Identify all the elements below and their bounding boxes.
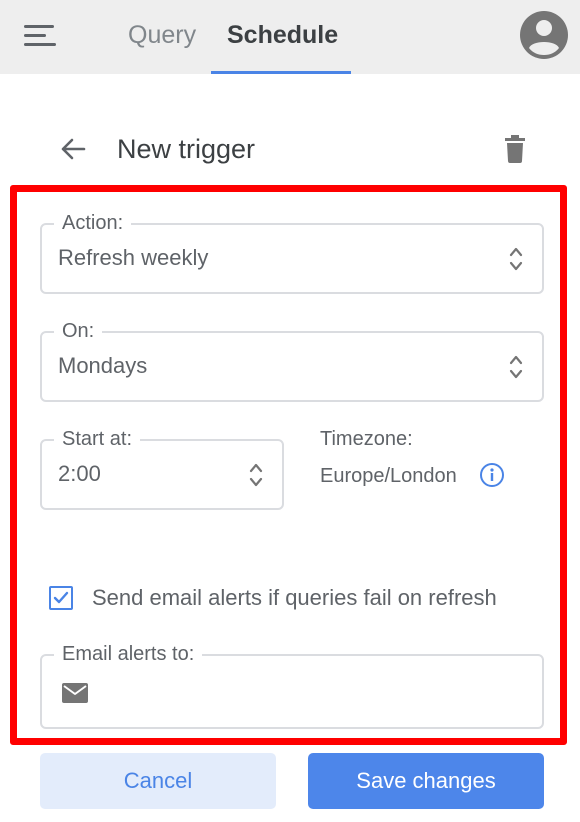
timezone-label: Timezone: xyxy=(320,428,413,450)
delete-button[interactable] xyxy=(501,134,529,164)
on-value: Mondays xyxy=(58,353,148,378)
action-value: Refresh weekly xyxy=(58,245,209,270)
start-at-value: 2:00 xyxy=(58,461,101,486)
unfold-arrows-icon xyxy=(509,355,523,379)
email-alerts-to-input[interactable]: Email alerts to: xyxy=(40,640,544,729)
save-changes-button[interactable]: Save changes xyxy=(308,753,544,809)
email-alerts-checkbox-label[interactable]: Send email alerts if queries fail on ref… xyxy=(92,584,497,612)
menu-button[interactable] xyxy=(22,18,60,52)
tab-schedule[interactable]: Schedule xyxy=(227,18,338,52)
unfold-arrows-icon xyxy=(249,463,263,487)
on-select[interactable]: On: Mondays xyxy=(40,317,544,402)
tab-query[interactable]: Query xyxy=(128,18,196,52)
avatar-button[interactable] xyxy=(519,10,569,60)
menu-icon xyxy=(24,25,56,46)
start-at-select[interactable]: Start at: 2:00 xyxy=(40,425,284,510)
email-alerts-checkbox[interactable] xyxy=(49,586,73,610)
account-circle-icon xyxy=(520,11,568,59)
trash-icon xyxy=(505,135,525,163)
top-app-bar: Query Schedule xyxy=(0,0,580,74)
back-button[interactable] xyxy=(56,132,90,166)
page-title: New trigger xyxy=(117,134,256,164)
unfold-arrows-icon xyxy=(509,247,523,271)
action-select[interactable]: Action: Refresh weekly xyxy=(40,209,544,294)
check-icon xyxy=(53,591,69,604)
email-alerts-to-label: Email alerts to: xyxy=(54,640,203,668)
cancel-button[interactable]: Cancel xyxy=(40,753,276,809)
mail-icon xyxy=(62,683,88,703)
active-tab-indicator xyxy=(211,71,351,74)
timezone-value: Europe/London xyxy=(320,465,457,487)
arrow-left-icon xyxy=(61,138,86,160)
timezone-info-button[interactable] xyxy=(479,462,505,488)
info-icon xyxy=(480,463,504,487)
